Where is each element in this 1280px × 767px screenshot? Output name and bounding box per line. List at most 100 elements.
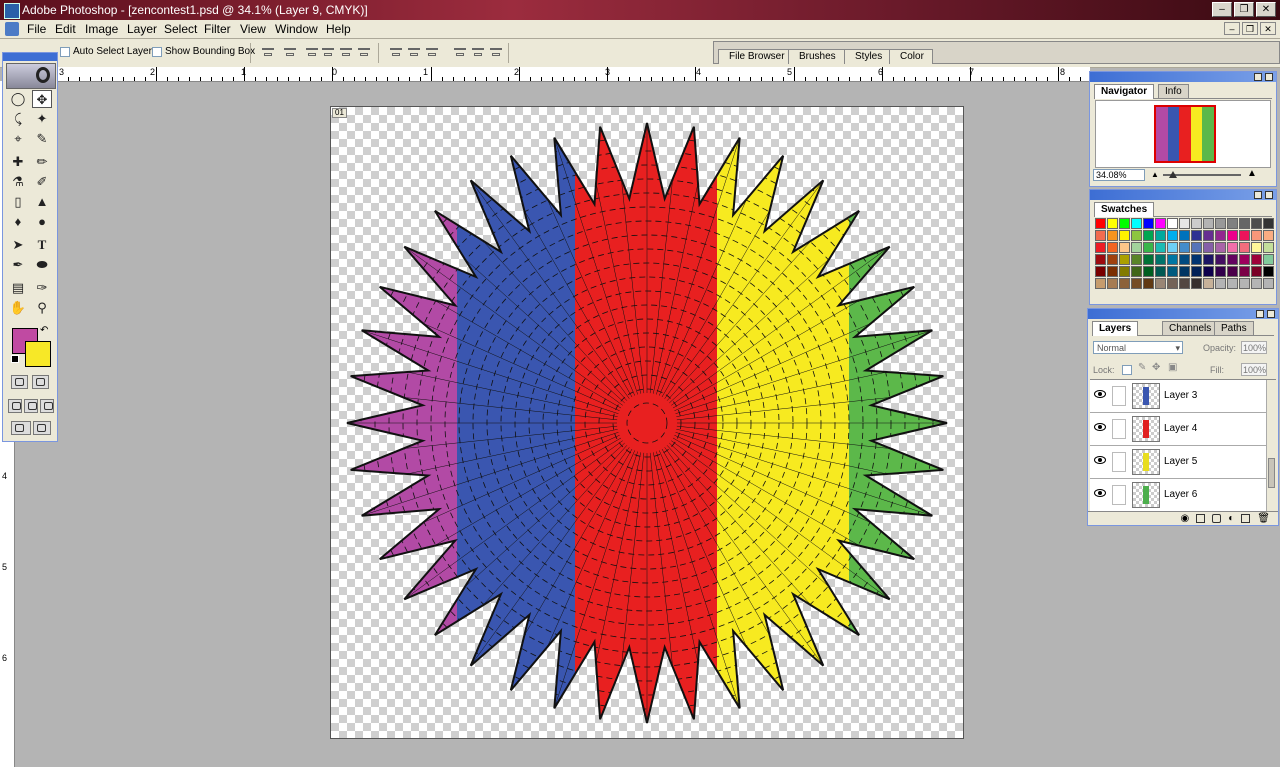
color-swatch[interactable] bbox=[1251, 230, 1262, 241]
paint-bucket-icon[interactable]: ▲ bbox=[32, 193, 52, 211]
color-swatch[interactable] bbox=[1143, 218, 1154, 229]
layer-style-icon[interactable]: ◉ bbox=[1181, 512, 1190, 525]
color-swatch[interactable] bbox=[1143, 254, 1154, 265]
color-swatch[interactable] bbox=[1107, 254, 1118, 265]
layers-panel-titlebar[interactable] bbox=[1088, 309, 1278, 319]
ellipse-shape-icon[interactable]: ⬬ bbox=[32, 256, 52, 274]
new-layer-icon[interactable] bbox=[1241, 514, 1251, 523]
color-swatch[interactable] bbox=[1131, 242, 1142, 253]
color-swatch[interactable] bbox=[1227, 254, 1238, 265]
layers-scrollbar[interactable] bbox=[1266, 380, 1276, 514]
zoom-slider-handle[interactable] bbox=[1169, 171, 1177, 178]
history-brush-icon[interactable]: ✐ bbox=[32, 173, 52, 191]
color-swatch[interactable] bbox=[1263, 254, 1274, 265]
dodge-icon[interactable]: ● bbox=[32, 213, 52, 231]
pen-icon[interactable]: ✒ bbox=[8, 256, 28, 274]
doc-restore-icon[interactable]: ❐ bbox=[1242, 22, 1258, 35]
adobe-online-logo[interactable] bbox=[6, 63, 56, 89]
zoom-icon[interactable]: ⚲ bbox=[32, 299, 52, 317]
fill-field[interactable]: 100% bbox=[1241, 363, 1267, 376]
color-swatch[interactable] bbox=[1119, 266, 1130, 277]
align-horizontal-center-icon[interactable] bbox=[338, 45, 354, 59]
palette-well-tab-file-browser[interactable]: File Browser bbox=[718, 49, 794, 64]
zoom-in-icon[interactable]: ▲ bbox=[1247, 168, 1257, 179]
color-swatch[interactable] bbox=[1251, 242, 1262, 253]
align-vertical-center-icon[interactable] bbox=[282, 45, 298, 59]
distribute-top-icon[interactable] bbox=[388, 45, 404, 59]
palette-well-tab-color[interactable]: Color bbox=[889, 49, 933, 64]
color-swatch[interactable] bbox=[1263, 278, 1274, 289]
swatches-panel-titlebar[interactable] bbox=[1090, 190, 1276, 200]
blur-icon[interactable]: ♦ bbox=[8, 213, 28, 231]
color-swatch[interactable] bbox=[1167, 278, 1178, 289]
color-swatch[interactable] bbox=[1131, 218, 1142, 229]
healing-brush-icon[interactable]: ✚ bbox=[8, 153, 28, 171]
doc-minimize-icon[interactable]: – bbox=[1224, 22, 1240, 35]
menu-window[interactable]: Window bbox=[275, 20, 318, 38]
lock-all-icon[interactable]: ▣ bbox=[1168, 362, 1177, 373]
show-bounding-box-checkbox[interactable] bbox=[152, 46, 162, 57]
color-swatch[interactable] bbox=[1107, 230, 1118, 241]
distribute-center-icon[interactable] bbox=[406, 45, 422, 59]
color-swatch[interactable] bbox=[1215, 254, 1226, 265]
color-swatch[interactable] bbox=[1131, 278, 1142, 289]
color-swatch[interactable] bbox=[1179, 254, 1190, 265]
menu-layer[interactable]: Layer bbox=[127, 20, 157, 38]
color-swatch[interactable] bbox=[1167, 254, 1178, 265]
restore-icon[interactable]: ❐ bbox=[1234, 2, 1254, 17]
lock-position-icon[interactable]: ✥ bbox=[1152, 362, 1160, 373]
color-swatch[interactable] bbox=[1215, 230, 1226, 241]
show-bounding-box-option[interactable]: Show Bounding Box bbox=[152, 46, 255, 57]
menu-image[interactable]: Image bbox=[85, 20, 118, 38]
color-swatch[interactable] bbox=[1119, 254, 1130, 265]
color-swatch[interactable] bbox=[1239, 266, 1250, 277]
color-swatch[interactable] bbox=[1263, 266, 1274, 277]
zoom-level-field[interactable]: 34.08% bbox=[1093, 169, 1145, 181]
panel-minimize-icon[interactable] bbox=[1254, 191, 1262, 199]
align-bottom-icon[interactable] bbox=[304, 45, 320, 59]
color-swatch[interactable] bbox=[1107, 266, 1118, 277]
opacity-field[interactable]: 100% bbox=[1241, 341, 1267, 354]
quick-mask-mode-icon[interactable] bbox=[32, 375, 49, 389]
color-swatch[interactable] bbox=[1191, 278, 1202, 289]
panel-close-icon[interactable] bbox=[1265, 73, 1273, 81]
color-swatch[interactable] bbox=[1155, 266, 1166, 277]
layers-scroll-thumb[interactable] bbox=[1268, 458, 1275, 488]
panel-close-icon[interactable] bbox=[1265, 191, 1273, 199]
full-screen-mode-icon[interactable] bbox=[40, 399, 54, 413]
distribute-bottom-icon[interactable] bbox=[424, 45, 440, 59]
color-swatch[interactable] bbox=[1191, 230, 1202, 241]
new-set-icon[interactable] bbox=[1212, 514, 1222, 523]
menu-filter[interactable]: Filter bbox=[204, 20, 231, 38]
notes-icon[interactable]: ▤ bbox=[8, 279, 28, 297]
color-swatch[interactable] bbox=[1155, 218, 1166, 229]
color-swatch[interactable] bbox=[1251, 266, 1262, 277]
color-swatch[interactable] bbox=[1227, 230, 1238, 241]
palette-well-tab-styles[interactable]: Styles bbox=[844, 49, 892, 64]
color-swatch[interactable] bbox=[1191, 254, 1202, 265]
color-swatch[interactable] bbox=[1155, 230, 1166, 241]
navigator-view-box[interactable] bbox=[1154, 105, 1216, 163]
crop-icon[interactable]: ⌖ bbox=[8, 130, 28, 148]
visibility-eye-icon[interactable] bbox=[1094, 489, 1106, 497]
color-swatch[interactable] bbox=[1179, 218, 1190, 229]
menu-edit[interactable]: Edit bbox=[55, 20, 76, 38]
color-swatch[interactable] bbox=[1239, 278, 1250, 289]
color-swatch[interactable] bbox=[1203, 242, 1214, 253]
color-swatch[interactable] bbox=[1179, 230, 1190, 241]
color-swatch[interactable] bbox=[1167, 242, 1178, 253]
auto-select-layer-option[interactable]: Auto Select Layer bbox=[60, 46, 152, 57]
eraser-icon[interactable]: ▯ bbox=[8, 193, 28, 211]
color-swatch[interactable] bbox=[1227, 266, 1238, 277]
panel-minimize-icon[interactable] bbox=[1254, 73, 1262, 81]
lock-transparency-icon[interactable] bbox=[1122, 365, 1132, 375]
path-selection-icon[interactable]: ➤ bbox=[8, 236, 28, 254]
color-swatch[interactable] bbox=[1203, 266, 1214, 277]
tab-navigator[interactable]: Navigator bbox=[1094, 84, 1155, 99]
color-swatch[interactable] bbox=[1095, 230, 1106, 241]
tab-paths[interactable]: Paths bbox=[1214, 321, 1254, 335]
color-swatch[interactable] bbox=[1119, 230, 1130, 241]
color-swatch[interactable] bbox=[1143, 242, 1154, 253]
full-screen-menu-mode-icon[interactable] bbox=[24, 399, 38, 413]
slice-icon[interactable]: ✎ bbox=[32, 130, 52, 148]
